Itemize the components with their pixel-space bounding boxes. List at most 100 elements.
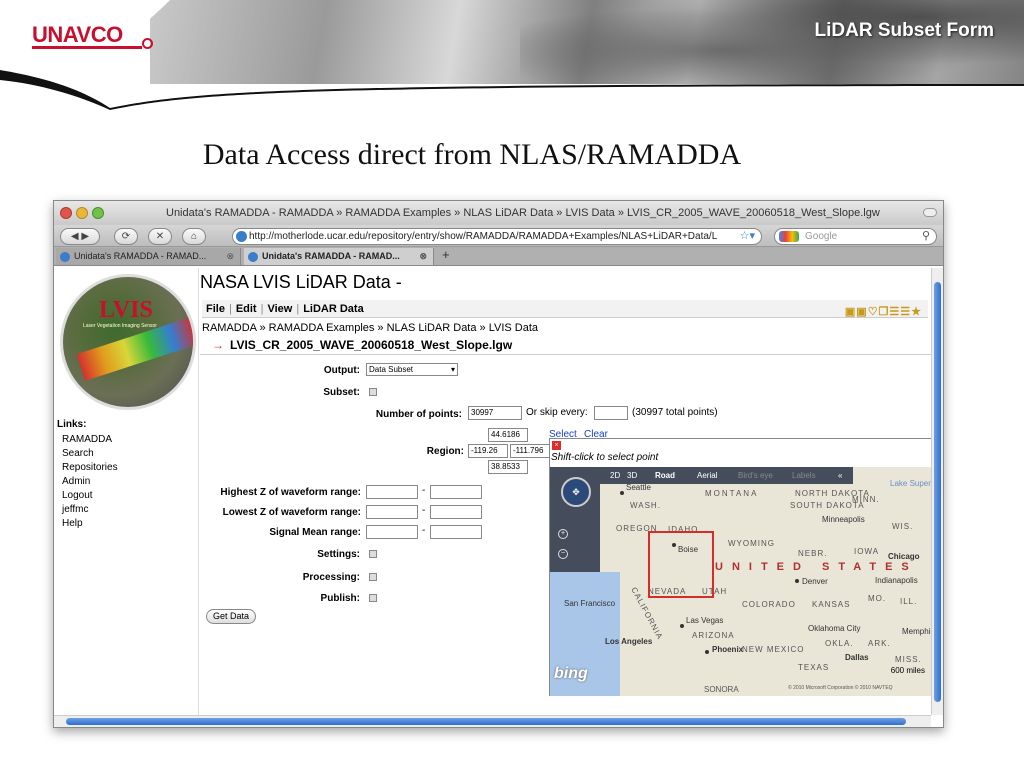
map-view-2d[interactable]: 2D — [610, 467, 620, 484]
lowest-z-max-input[interactable] — [430, 505, 482, 519]
sidebar-link-repositories[interactable]: Repositories — [62, 461, 118, 475]
sidebar-link-help[interactable]: Help — [62, 517, 118, 531]
new-tab-button[interactable]: + — [442, 247, 450, 262]
output-select[interactable]: Data Subset — [366, 363, 458, 376]
get-data-button[interactable]: Get Data — [206, 609, 257, 624]
sidebar-link-admin[interactable]: Admin — [62, 475, 118, 489]
state-label: WIS. — [892, 522, 914, 531]
horizontal-scroll-thumb[interactable] — [66, 718, 906, 725]
slide-header: UNAVCO LiDAR Subset Form — [0, 0, 1024, 110]
state-label: WASH. — [630, 501, 661, 510]
state-label: OKLA. — [825, 639, 854, 648]
city-label: San Francisco — [564, 599, 616, 608]
settings-toggle-icon[interactable] — [369, 550, 377, 558]
state-label: NEW MEXICO — [742, 645, 805, 654]
sidebar-link-user[interactable]: jeffmc — [62, 503, 118, 517]
sidebar-link-ramadda[interactable]: RAMADDA — [62, 433, 118, 447]
processing-toggle-icon[interactable] — [369, 573, 377, 581]
url-field[interactable]: http://motherlode.ucar.edu/repository/en… — [232, 228, 762, 245]
region-west-input[interactable]: -119.26 — [468, 444, 508, 458]
map-style-road[interactable]: Road — [655, 467, 675, 484]
entry-name[interactable]: LVIS_CR_2005_WAVE_20060518_West_Slope.lg… — [212, 338, 512, 352]
tab-ramadda-2[interactable]: Unidata's RAMADDA - RAMAD... ⊗ — [244, 248, 434, 265]
city-marker — [680, 624, 684, 628]
map-style-birds-eye[interactable]: Bird's eye — [738, 467, 773, 484]
signal-mean-max-input[interactable] — [430, 525, 482, 539]
header-swoosh — [0, 0, 1024, 110]
tab-close-icon[interactable]: ⊗ — [226, 248, 234, 265]
map-copyright: © 2010 Microsoft Corporation © 2010 NAVT… — [788, 685, 893, 691]
menu-edit[interactable]: Edit — [236, 303, 257, 315]
publish-toggle-icon[interactable] — [369, 594, 377, 602]
tab-label: Unidata's RAMADDA - RAMAD... — [262, 251, 400, 261]
zoom-out-icon[interactable]: − — [558, 549, 568, 559]
region-south-input[interactable]: 38.8533 — [488, 460, 528, 474]
city-label: Memphis — [902, 627, 931, 636]
menu-file[interactable]: File — [206, 303, 225, 315]
menu-view[interactable]: View — [267, 303, 292, 315]
map-style-aerial[interactable]: Aerial — [697, 467, 717, 484]
state-label: ARK. — [868, 639, 891, 648]
state-label: WYOMING — [728, 539, 775, 548]
entry-action-icons[interactable]: ▣▣♡❐☰☰★ — [845, 303, 922, 321]
state-label: IOWA — [854, 547, 880, 556]
lake-label: Lake Superior — [890, 479, 931, 488]
region-label-sonora: SONORA — [704, 685, 739, 694]
browser-window: Unidata's RAMADDA - RAMADDA » RAMADDA Ex… — [53, 200, 944, 728]
horizontal-scrollbar[interactable] — [54, 715, 931, 727]
map-pan-compass-icon[interactable]: ✥ — [561, 477, 591, 507]
sidebar-link-search[interactable]: Search — [62, 447, 118, 461]
tab-favicon-icon — [248, 252, 258, 262]
back-forward-button[interactable]: ◀ ▶ — [60, 228, 100, 245]
sidebar-link-logout[interactable]: Logout — [62, 489, 118, 503]
lvis-logo-text: LVIS — [99, 297, 153, 323]
browser-toolbar: ◀ ▶ ⟳ ✕ ⌂ http://motherlode.ucar.edu/rep… — [54, 225, 943, 247]
slide-tag: LiDAR Subset Form — [814, 20, 994, 41]
close-window-button[interactable] — [60, 207, 72, 219]
reload-button[interactable]: ⟳ — [114, 228, 138, 245]
logo-ring — [142, 38, 153, 49]
map-toolbar: 2D 3D Road Aerial Bird's eye Labels « — [600, 467, 853, 484]
menu-lidar-data[interactable]: LiDAR Data — [303, 303, 364, 315]
state-label: KANSAS — [812, 600, 851, 609]
highest-z-min-input[interactable] — [366, 485, 418, 499]
search-icon[interactable]: ⚲ — [922, 229, 930, 244]
region-east-input[interactable]: -111.796 — [510, 444, 550, 458]
signal-mean-min-input[interactable] — [366, 525, 418, 539]
stop-button[interactable]: ✕ — [148, 228, 172, 245]
processing-label: Processing: — [302, 572, 360, 583]
bookmark-star-icon[interactable]: ☆▾ — [740, 229, 755, 244]
zoom-window-button[interactable] — [92, 207, 104, 219]
lowest-z-min-input[interactable] — [366, 505, 418, 519]
window-title: Unidata's RAMADDA - RAMADDA » RAMADDA Ex… — [166, 207, 880, 219]
search-input[interactable]: Google ⚲ — [774, 228, 937, 245]
skip-input[interactable] — [594, 406, 628, 420]
window-titlebar: Unidata's RAMADDA - RAMADDA » RAMADDA Ex… — [54, 201, 943, 225]
city-marker — [705, 650, 709, 654]
subset-toggle-icon[interactable] — [369, 388, 377, 396]
map-toolbar-collapse-icon[interactable]: « — [838, 467, 842, 484]
highest-z-max-input[interactable] — [430, 485, 482, 499]
site-icon — [236, 231, 247, 242]
google-search-engine-icon[interactable] — [779, 231, 799, 242]
toolbar-toggle-button[interactable] — [923, 208, 937, 217]
zoom-in-icon[interactable]: + — [558, 529, 568, 539]
map-view-3d[interactable]: 3D — [627, 467, 637, 484]
bing-logo: bing — [554, 665, 588, 682]
selected-region-box[interactable] — [648, 531, 714, 598]
map-labels-toggle[interactable]: Labels — [792, 467, 816, 484]
tab-close-icon[interactable]: ⊗ — [419, 248, 427, 265]
tab-ramadda-1[interactable]: Unidata's RAMADDA - RAMAD... ⊗ — [56, 248, 241, 265]
vertical-scrollbar[interactable] — [931, 268, 943, 715]
tab-favicon-icon — [60, 252, 70, 262]
map-canvas[interactable]: ✥ + − 2D 3D Road Aerial Bird's eye Label… — [550, 467, 931, 696]
region-label: Region: — [426, 446, 464, 457]
vertical-scroll-thumb[interactable] — [934, 282, 941, 702]
map-close-icon[interactable]: × — [552, 441, 561, 450]
num-points-input[interactable]: 30997 — [468, 406, 522, 420]
home-button[interactable]: ⌂ — [182, 228, 206, 245]
region-north-input[interactable]: 44.6186 — [488, 428, 528, 442]
lowest-z-separator: - — [422, 505, 426, 516]
breadcrumb[interactable]: RAMADDA » RAMADDA Examples » NLAS LiDAR … — [202, 322, 538, 334]
minimize-window-button[interactable] — [76, 207, 88, 219]
